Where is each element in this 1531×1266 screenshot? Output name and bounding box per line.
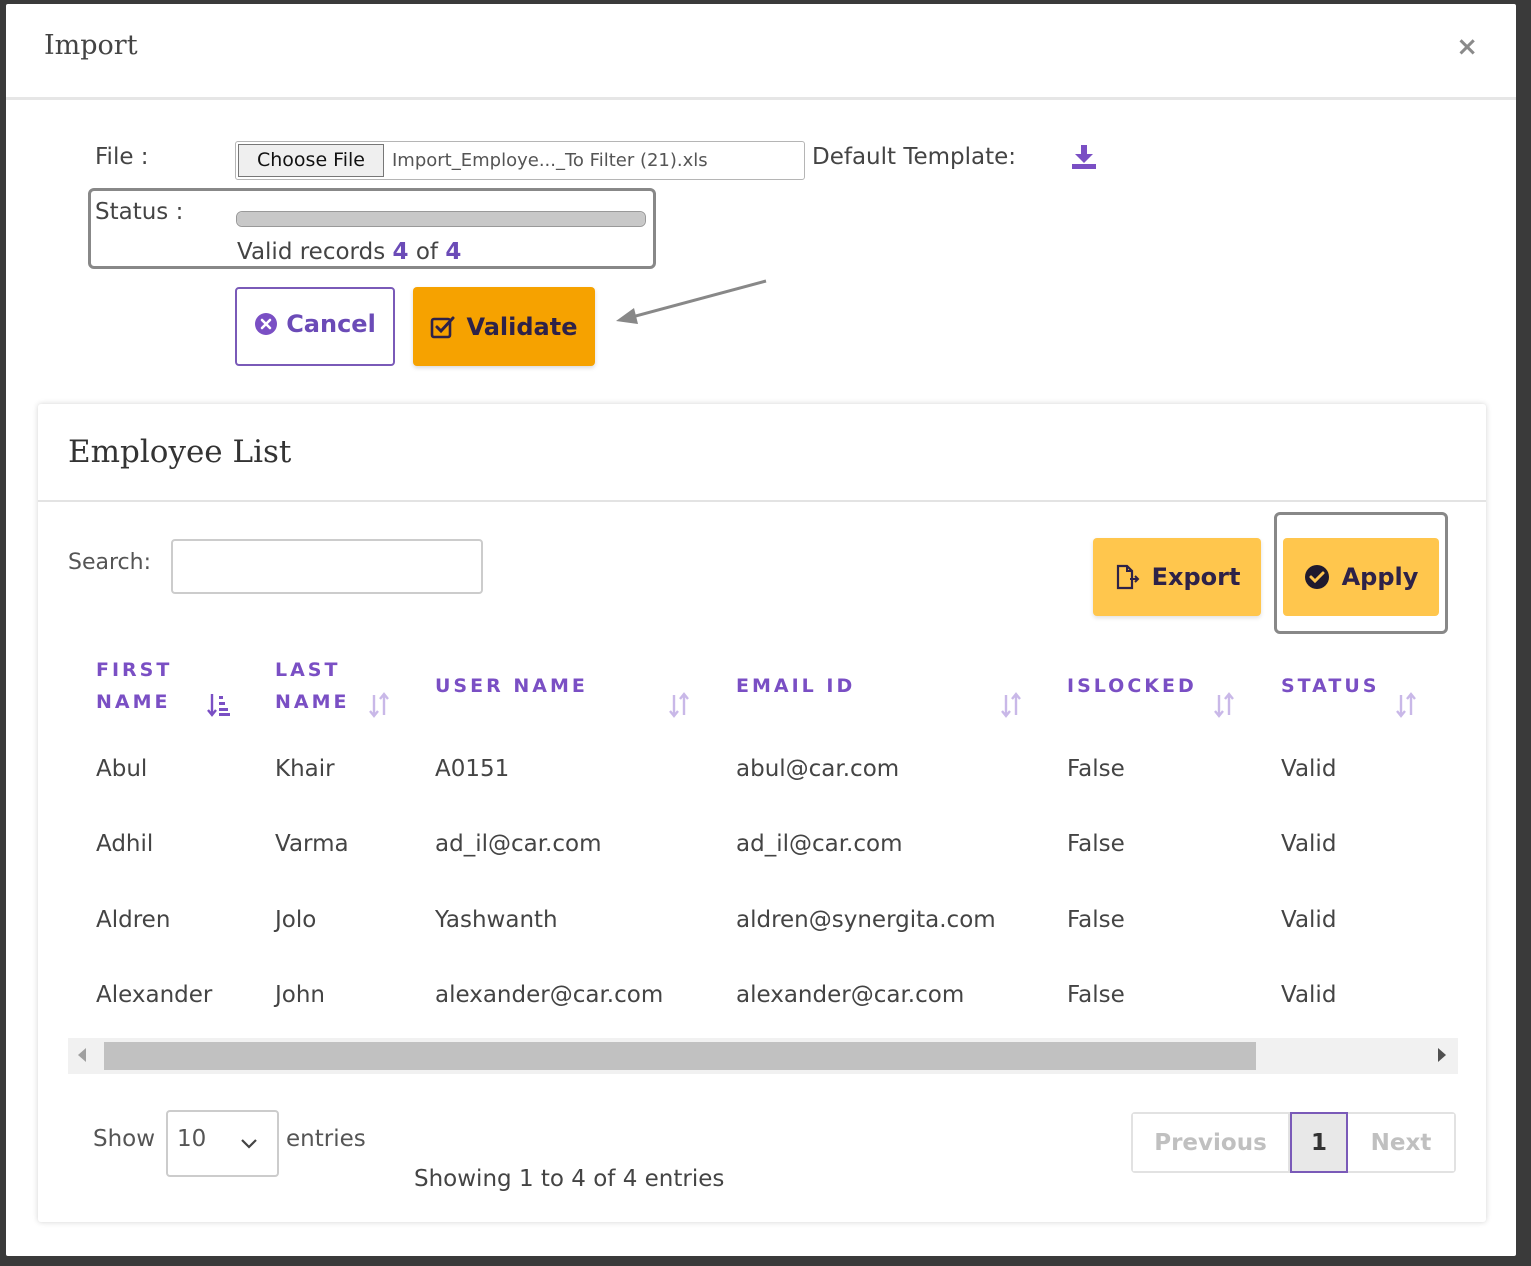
cell-last-name: Varma xyxy=(275,831,349,857)
column-header-status[interactable]: STATUS xyxy=(1281,670,1379,702)
column-header-first-name[interactable]: FIRST NAME xyxy=(96,654,172,718)
cell-first-name: Aldren xyxy=(96,907,171,933)
validate-label: Validate xyxy=(466,312,578,341)
scroll-thumb[interactable] xyxy=(104,1042,1256,1070)
cell-last-name: Khair xyxy=(275,756,335,782)
valid-of: of xyxy=(408,239,446,265)
times-circle-icon xyxy=(255,312,278,335)
cell-islocked: False xyxy=(1067,831,1125,857)
valid-prefix: Valid records xyxy=(237,239,393,265)
close-icon[interactable]: × xyxy=(1456,34,1478,60)
cell-status: Valid xyxy=(1281,982,1337,1008)
progress-fill xyxy=(237,212,645,226)
cancel-button[interactable]: Cancel xyxy=(235,287,395,366)
cell-status: Valid xyxy=(1281,907,1337,933)
col-label-line1: FIRST xyxy=(96,659,173,681)
validate-button[interactable]: Validate xyxy=(413,287,595,366)
modal-title: Import xyxy=(44,30,138,61)
cell-status: Valid xyxy=(1281,831,1337,857)
employee-list-card: Employee List Search: Export Apply FIRST… xyxy=(38,404,1486,1222)
default-template-label: Default Template: xyxy=(812,144,1017,170)
cell-first-name: Alexander xyxy=(96,982,213,1008)
status-box: Status : Valid records 4 of 4 xyxy=(88,188,656,269)
file-name: Import_Employe..._To Filter (21).xls xyxy=(392,150,708,171)
cell-first-name: Adhil xyxy=(96,831,154,857)
valid-count: 4 xyxy=(392,239,409,265)
cell-islocked: False xyxy=(1067,907,1125,933)
check-circle-icon xyxy=(1304,565,1329,589)
showing-info: Showing 1 to 4 of 4 entries xyxy=(414,1166,725,1192)
modal-header: Import × xyxy=(6,4,1516,100)
apply-highlight: Apply xyxy=(1274,512,1448,634)
show-label: Show xyxy=(93,1126,156,1152)
apply-button[interactable]: Apply xyxy=(1283,538,1439,616)
valid-records-text: Valid records 4 of 4 xyxy=(237,239,461,265)
col-label-line2: NAME xyxy=(96,691,171,713)
import-modal: Import × File : Choose File Import_Emplo… xyxy=(6,4,1516,1256)
file-input[interactable]: Choose File Import_Employe..._To Filter … xyxy=(235,141,805,180)
next-button[interactable]: Next xyxy=(1348,1114,1454,1171)
cell-last-name: Jolo xyxy=(275,907,317,933)
apply-label: Apply xyxy=(1341,563,1419,591)
column-header-islocked[interactable]: ISLOCKED xyxy=(1067,670,1197,702)
employee-list-title: Employee List xyxy=(68,434,292,470)
sort-icon[interactable] xyxy=(1394,692,1418,718)
col-label-line1: LAST xyxy=(275,659,341,681)
col-label-line2: NAME xyxy=(275,691,350,713)
file-label: File : xyxy=(95,144,149,170)
cell-first-name: Abul xyxy=(96,756,148,782)
sort-asc-icon[interactable] xyxy=(207,692,231,718)
chevron-down-icon xyxy=(241,1139,257,1149)
file-export-icon xyxy=(1116,564,1139,590)
cell-user-name: Yashwanth xyxy=(435,907,558,933)
cell-user-name: ad_il@car.com xyxy=(435,831,602,857)
entries-value: 10 xyxy=(177,1126,207,1152)
cancel-label: Cancel xyxy=(286,309,376,338)
entries-select[interactable]: 10 xyxy=(166,1110,279,1177)
sort-icon[interactable] xyxy=(667,692,691,718)
check-square-icon xyxy=(431,316,455,338)
page-1-button[interactable]: 1 xyxy=(1290,1112,1348,1173)
export-label: Export xyxy=(1151,563,1241,591)
sort-icon[interactable] xyxy=(999,692,1023,718)
choose-file-button[interactable]: Choose File xyxy=(238,144,384,177)
card-header: Employee List xyxy=(38,404,1486,502)
cell-status: Valid xyxy=(1281,756,1337,782)
search-input[interactable] xyxy=(171,539,483,594)
cell-email: ad_il@car.com xyxy=(736,831,903,857)
cell-islocked: False xyxy=(1067,982,1125,1008)
cell-islocked: False xyxy=(1067,756,1125,782)
column-header-last-name[interactable]: LAST NAME xyxy=(275,654,350,718)
valid-total: 4 xyxy=(445,239,462,265)
entries-label: entries xyxy=(286,1126,366,1152)
cell-email: aldren@synergita.com xyxy=(736,907,996,933)
download-icon[interactable] xyxy=(1069,142,1099,172)
cell-user-name: alexander@car.com xyxy=(435,982,664,1008)
column-header-email-id[interactable]: EMAIL ID xyxy=(736,670,855,702)
cell-user-name: A0151 xyxy=(435,756,510,782)
scroll-left-arrow[interactable] xyxy=(78,1048,86,1062)
sort-icon[interactable] xyxy=(1212,692,1236,718)
pointer-arrow xyxy=(616,279,767,324)
progress-bar xyxy=(236,211,646,227)
cell-email: alexander@car.com xyxy=(736,982,965,1008)
previous-button[interactable]: Previous xyxy=(1133,1114,1290,1171)
column-header-user-name[interactable]: USER NAME xyxy=(435,670,588,702)
horizontal-scrollbar[interactable] xyxy=(68,1038,1458,1074)
search-label: Search: xyxy=(68,550,151,575)
scroll-right-arrow[interactable] xyxy=(1438,1048,1446,1062)
cell-email: abul@car.com xyxy=(736,756,900,782)
pagination: Previous 1 Next xyxy=(1131,1112,1456,1173)
sort-icon[interactable] xyxy=(367,692,391,718)
status-label: Status : xyxy=(95,199,184,225)
export-button[interactable]: Export xyxy=(1093,538,1261,616)
cell-last-name: John xyxy=(275,982,326,1008)
